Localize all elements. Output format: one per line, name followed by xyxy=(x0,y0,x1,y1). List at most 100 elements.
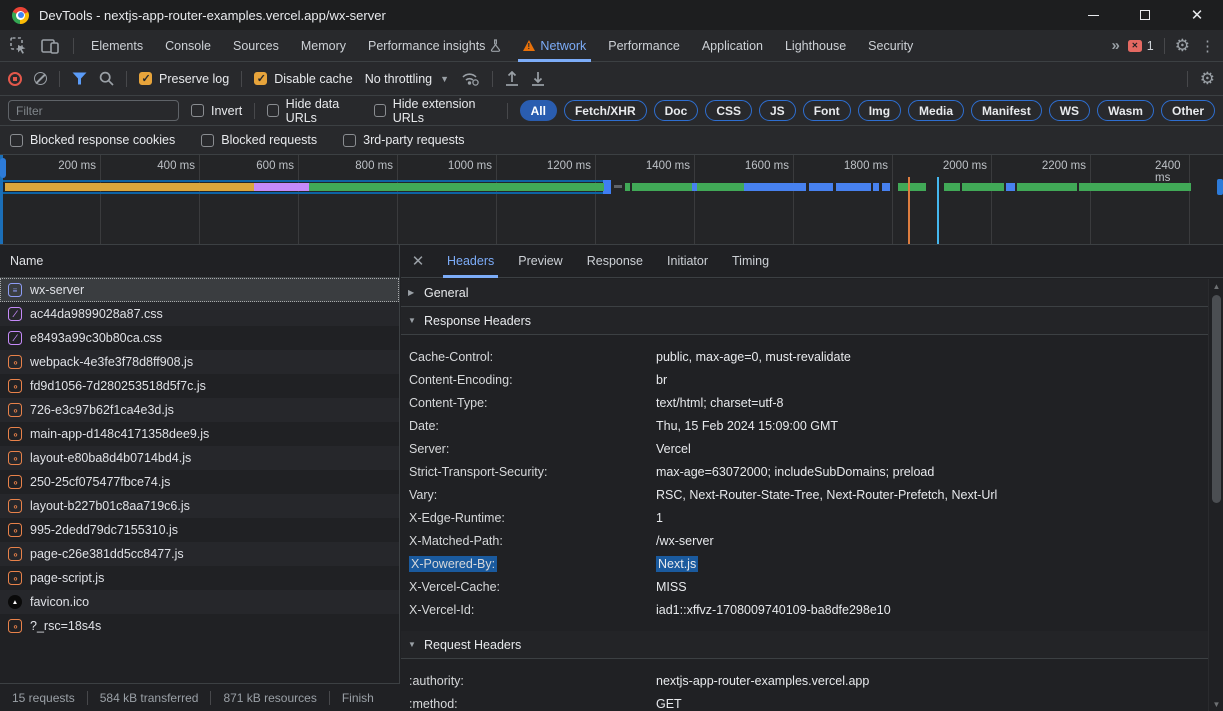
settings-gear-icon[interactable]: ⚙ xyxy=(1175,37,1190,54)
request-row[interactable]: ▲favicon.ico xyxy=(0,590,399,614)
request-row[interactable]: ‹›page-c26e381dd5cc8477.js xyxy=(0,542,399,566)
request-row[interactable]: ‹›main-app-d148c4171358dee9.js xyxy=(0,422,399,446)
menu-dots-icon[interactable]: ⋮ xyxy=(1200,37,1215,55)
blocked-requests-checkbox[interactable]: Blocked requests xyxy=(201,133,317,147)
tab-memory[interactable]: Memory xyxy=(290,30,357,62)
device-toolbar-icon[interactable] xyxy=(41,38,59,54)
request-row[interactable]: ‹›layout-e80ba8d4b0714bd4.js xyxy=(0,446,399,470)
name-column-header[interactable]: Name xyxy=(0,245,399,278)
minimize-button[interactable] xyxy=(1067,0,1119,30)
header-row[interactable]: :authority:nextjs-app-router-examples.ve… xyxy=(401,669,1208,692)
tab-network[interactable]: Network xyxy=(512,30,597,62)
request-headers-section-header[interactable]: ▼Request Headers xyxy=(401,631,1208,659)
network-conditions-icon[interactable] xyxy=(461,71,480,86)
filter-pill-img[interactable]: Img xyxy=(858,100,901,121)
scroll-up-icon[interactable]: ▲ xyxy=(1209,279,1223,293)
filter-input[interactable] xyxy=(8,100,179,121)
scrollbar-thumb[interactable] xyxy=(1212,295,1221,503)
clear-network-log-button[interactable] xyxy=(34,72,47,85)
details-scrollbar[interactable]: ▲ ▼ xyxy=(1208,279,1223,711)
request-row[interactable]: ‹›?_rsc=18s4s xyxy=(0,614,399,638)
network-overview-timeline[interactable]: 200 ms400 ms600 ms800 ms1000 ms1200 ms14… xyxy=(0,155,1223,245)
filter-funnel-icon[interactable] xyxy=(72,72,87,85)
hide-data-urls-checkbox[interactable]: Hide data URLs xyxy=(267,97,362,125)
filter-pill-fetch-xhr[interactable]: Fetch/XHR xyxy=(564,100,647,121)
header-row[interactable]: X-Matched-Path:/wx-server xyxy=(401,529,1208,552)
issues-counter[interactable]: ✕ 1 xyxy=(1128,39,1154,53)
header-row[interactable]: X-Vercel-Id:iad1::xffvz-1708009740109-ba… xyxy=(401,598,1208,621)
scroll-down-icon[interactable]: ▼ xyxy=(1209,697,1223,711)
tab-security[interactable]: Security xyxy=(857,30,924,62)
header-row[interactable]: Content-Encoding:br xyxy=(401,368,1208,391)
blocked-response-cookies-checkbox[interactable]: Blocked response cookies xyxy=(10,133,175,147)
filter-pill-ws[interactable]: WS xyxy=(1049,100,1090,121)
header-row[interactable]: X-Powered-By:Next.js xyxy=(401,552,1208,575)
close-details-icon[interactable]: ✕ xyxy=(401,252,435,270)
overview-left-grip-handle[interactable] xyxy=(0,158,6,178)
request-row[interactable]: ‹›fd9d1056-7d280253518d5f7c.js xyxy=(0,374,399,398)
request-row[interactable]: ‹›layout-b227b01c8aa719c6.js xyxy=(0,494,399,518)
filter-pill-js[interactable]: JS xyxy=(759,100,796,121)
header-row[interactable]: Cache-Control:public, max-age=0, must-re… xyxy=(401,345,1208,368)
tab-performance[interactable]: Performance xyxy=(597,30,691,62)
request-row[interactable]: ‹›726-e3c97b62f1ca4e3d.js xyxy=(0,398,399,422)
3rd-party-requests-checkbox[interactable]: 3rd-party requests xyxy=(343,133,464,147)
header-row[interactable]: Date:Thu, 15 Feb 2024 15:09:00 GMT xyxy=(401,414,1208,437)
filter-pill-wasm[interactable]: Wasm xyxy=(1097,100,1154,121)
overview-window-right-handle[interactable] xyxy=(603,180,611,194)
details-tab-headers[interactable]: Headers xyxy=(435,245,506,278)
filter-pill-media[interactable]: Media xyxy=(908,100,964,121)
header-row[interactable]: :method:GET xyxy=(401,692,1208,711)
header-row[interactable]: Content-Type:text/html; charset=utf-8 xyxy=(401,391,1208,414)
response-headers-section-header[interactable]: ▼Response Headers xyxy=(401,307,1208,335)
header-row[interactable]: X-Vercel-Cache:MISS xyxy=(401,575,1208,598)
details-tab-timing[interactable]: Timing xyxy=(720,245,781,278)
header-value: MISS xyxy=(656,580,687,594)
request-row[interactable]: ‹›page-script.js xyxy=(0,566,399,590)
filter-pill-other[interactable]: Other xyxy=(1161,100,1215,121)
request-row[interactable]: ⁄ac44da9899028a87.css xyxy=(0,302,399,326)
disable-cache-checkbox[interactable]: Disable cache xyxy=(254,72,353,86)
details-tab-preview[interactable]: Preview xyxy=(506,245,574,278)
throttling-dropdown[interactable]: No throttling ▼ xyxy=(365,72,449,86)
throttling-value: No throttling xyxy=(365,72,432,86)
more-tabs-icon[interactable]: » xyxy=(1111,37,1117,54)
preserve-log-checkbox[interactable]: Preserve log xyxy=(139,72,229,86)
export-har-icon[interactable] xyxy=(531,71,545,86)
filter-pill-doc[interactable]: Doc xyxy=(654,100,699,121)
filter-pill-css[interactable]: CSS xyxy=(705,100,752,121)
search-icon[interactable] xyxy=(99,71,114,86)
network-settings-gear-icon[interactable]: ⚙ xyxy=(1200,70,1215,87)
filter-pill-manifest[interactable]: Manifest xyxy=(971,100,1042,121)
record-network-log-button[interactable] xyxy=(8,72,22,86)
tab-sources[interactable]: Sources xyxy=(222,30,290,62)
inspect-element-icon[interactable] xyxy=(10,37,27,54)
tab-performance-insights[interactable]: Performance insights xyxy=(357,30,512,62)
tab-elements[interactable]: Elements xyxy=(80,30,154,62)
request-row[interactable]: ‹›webpack-4e3fe3f78d8ff908.js xyxy=(0,350,399,374)
request-row[interactable]: ‹›250-25cf075477fbce74.js xyxy=(0,470,399,494)
details-tab-response[interactable]: Response xyxy=(575,245,655,278)
header-row[interactable]: X-Edge-Runtime:1 xyxy=(401,506,1208,529)
header-row[interactable]: Strict-Transport-Security:max-age=630720… xyxy=(401,460,1208,483)
overview-right-grip-handle[interactable] xyxy=(1217,179,1223,195)
request-name: ac44da9899028a87.css xyxy=(30,307,163,321)
tab-application[interactable]: Application xyxy=(691,30,774,62)
invert-checkbox[interactable]: Invert xyxy=(191,104,242,118)
request-row[interactable]: ⁄e8493a99c30b80ca.css xyxy=(0,326,399,350)
maximize-button[interactable] xyxy=(1119,0,1171,30)
js-file-icon: ‹› xyxy=(8,403,22,417)
general-section-header[interactable]: ▶General xyxy=(401,279,1208,307)
header-row[interactable]: Vary:RSC, Next-Router-State-Tree, Next-R… xyxy=(401,483,1208,506)
hide-extension-urls-checkbox[interactable]: Hide extension URLs xyxy=(374,97,495,125)
filter-pill-all[interactable]: All xyxy=(520,100,557,121)
request-row[interactable]: ≡wx-server xyxy=(0,278,399,302)
close-button[interactable]: ✕ xyxy=(1171,0,1223,30)
tab-console[interactable]: Console xyxy=(154,30,222,62)
filter-pill-font[interactable]: Font xyxy=(803,100,851,121)
header-row[interactable]: Server:Vercel xyxy=(401,437,1208,460)
import-har-icon[interactable] xyxy=(505,71,519,86)
details-tab-initiator[interactable]: Initiator xyxy=(655,245,720,278)
request-row[interactable]: ‹›995-2dedd79dc7155310.js xyxy=(0,518,399,542)
tab-lighthouse[interactable]: Lighthouse xyxy=(774,30,857,62)
